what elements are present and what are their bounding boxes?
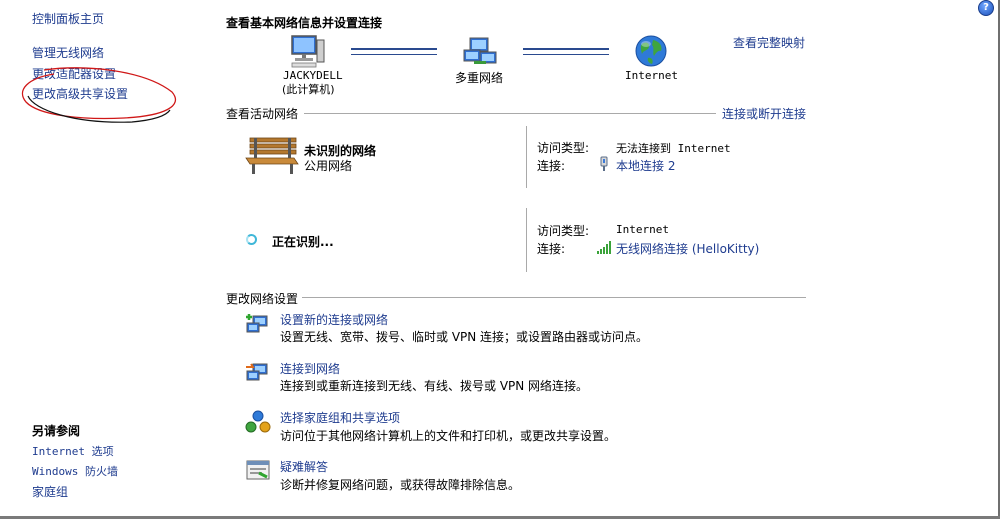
setting-homegroup-link[interactable]: 选择家庭组和共享选项 [280,409,400,426]
red-annotation-scribble [21,67,177,123]
setting-troubleshoot-link[interactable]: 疑难解答 [280,458,328,475]
internet-label: Internet [625,69,678,82]
see-also-title: 另请参阅 [32,424,81,438]
multiple-networks-icon [463,37,497,64]
network-2-connection-link[interactable]: 无线网络连接 (HelloKitty) [616,240,759,257]
sidebar-link-manage-wireless[interactable]: 管理无线网络 [32,44,104,61]
connect-to-network-icon [246,363,268,381]
network-2-access-value: Internet [616,223,669,236]
setting-homegroup-desc: 访问位于其他网络计算机上的文件和打印机，或更改共享设置。 [280,429,617,443]
network-1-connection-label: 连接: [537,159,566,173]
network-1-access-value: 无法连接到 Internet [616,142,731,155]
setting-troubleshoot-desc: 诊断并修复网络问题，或获得故障排除信息。 [280,478,521,492]
wireless-signal-icon [597,241,611,254]
change-settings-title: 更改网络设置 [226,292,299,306]
view-full-map-link[interactable]: 查看完整映射 [733,34,805,51]
network-1-vdivider [526,126,527,188]
change-settings-divider [302,297,806,298]
network-1-access-label: 访问类型: [537,141,590,155]
connect-or-disconnect-link[interactable]: 连接或断开连接 [722,105,806,122]
computer-sub: (此计算机) [282,83,335,96]
network-2-access-label: 访问类型: [537,224,590,238]
active-networks-divider [304,113,716,114]
setting-connect-network-link[interactable]: 连接到网络 [280,360,340,377]
see-also-homegroup[interactable]: 家庭组 [32,483,68,500]
ethernet-plug-icon [600,156,608,171]
sidebar-control-panel-home[interactable]: 控制面板主页 [32,10,104,27]
globe-icon [635,35,667,67]
multiple-networks-label: 多重网络 [455,71,504,85]
network-1-category[interactable]: 公用网络 [304,157,352,174]
computer-icon [291,35,325,68]
identifying-spinner-icon [246,234,257,245]
setting-connect-network-desc: 连接到或重新连接到无线、有线、拨号或 VPN 网络连接。 [280,379,589,393]
new-connection-icon [246,314,268,333]
homegroup-icon [245,410,271,433]
park-bench-icon [245,137,299,174]
troubleshoot-icon [246,460,270,480]
map-link-line-2 [523,48,609,55]
network-2-name: 正在识别... [272,235,334,249]
network-2-connection-label: 连接: [537,242,566,256]
network-1-connection-link[interactable]: 本地连接 2 [616,157,675,174]
see-also-internet-options[interactable]: Internet 选项 [32,443,114,459]
map-link-line-1 [351,48,437,55]
network-2-vdivider [526,208,527,272]
active-networks-title: 查看活动网络 [226,107,299,121]
help-icon[interactable]: ? [978,0,994,16]
page-title: 查看基本网络信息并设置连接 [226,16,383,30]
setting-new-connection-desc: 设置无线、宽带、拨号、临时或 VPN 连接；或设置路由器或访问点。 [280,330,649,344]
see-also-windows-firewall[interactable]: Windows 防火墙 [32,463,118,479]
setting-new-connection-link[interactable]: 设置新的连接或网络 [280,311,388,328]
